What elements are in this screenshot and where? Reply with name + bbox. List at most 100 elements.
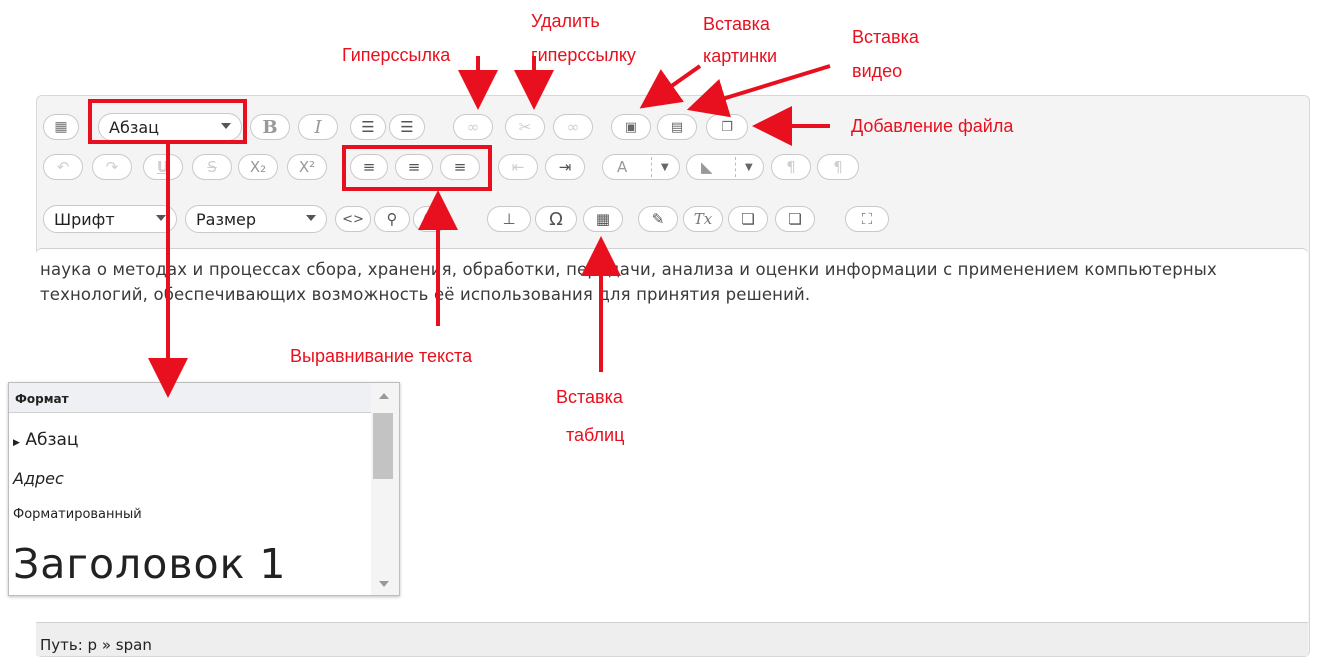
video-icon: ▤ <box>670 119 684 135</box>
scroll-down-icon <box>379 581 389 587</box>
bold-button[interactable]: B <box>250 114 290 140</box>
anchor-button[interactable]: ∞ <box>553 114 593 140</box>
size-dropdown[interactable]: Размер <box>185 205 327 233</box>
paste-text-icon: ❏ <box>741 210 755 228</box>
subscript-button[interactable]: X₂ <box>238 154 278 180</box>
insert-image-button[interactable]: ▣ <box>611 114 651 140</box>
file-icon: ❐ <box>721 119 733 135</box>
annotation-text-align: Выравнивание текста <box>290 346 473 366</box>
replace-button[interactable]: A↘ <box>413 206 449 232</box>
menu-item-heading-1[interactable]: Заголовок 1 <box>13 540 286 588</box>
table-icon: ▦ <box>595 210 611 228</box>
divider <box>735 157 737 177</box>
find-icon: ⚲ <box>386 210 398 228</box>
bullet-list-icon: ☰ <box>361 118 375 136</box>
insert-table-button[interactable]: ▦ <box>583 206 623 232</box>
clear-format-button[interactable]: Tx <box>683 206 723 232</box>
menu-item-paragraph[interactable]: ▶ Абзац <box>13 430 78 450</box>
paste-text-button[interactable]: ❏ <box>728 206 768 232</box>
clean-icon: ✎ <box>651 210 665 228</box>
italic-icon: I <box>314 116 322 138</box>
keyboard-icon: ▦ <box>54 119 68 135</box>
link-icon: ∞ <box>466 118 480 136</box>
annotation-insert-image-line2: картинки <box>703 46 778 66</box>
paste-word-button[interactable]: ❏ <box>775 206 815 232</box>
indent-button[interactable]: ⇥ <box>545 154 585 180</box>
paragraph-highlight-box <box>88 99 247 144</box>
format-menu-header: Формат <box>9 383 371 413</box>
divider <box>651 157 653 177</box>
bold-icon: B <box>262 116 278 138</box>
insert-time-button[interactable]: ⊥ <box>487 206 531 232</box>
special-char-icon: Ω <box>549 208 563 230</box>
rtl-icon: ¶ <box>833 158 843 176</box>
arrow-insert-image <box>639 64 702 109</box>
undo-icon: ↶ <box>56 158 70 176</box>
add-file-button[interactable]: ❐ <box>706 114 748 140</box>
selected-marker-icon: ▶ <box>13 438 20 448</box>
redo-button[interactable]: ↷ <box>92 154 132 180</box>
image-icon: ▣ <box>624 119 638 135</box>
background-color-icon: ◣ <box>701 158 713 176</box>
popup-scrollbar[interactable] <box>371 383 399 595</box>
redo-icon: ↷ <box>105 158 119 176</box>
unlink-icon: ✂ <box>518 118 532 136</box>
chevron-down-icon <box>156 215 166 221</box>
fullscreen-button[interactable]: ⛶ <box>845 206 889 232</box>
annotation-insert-table-line2: таблиц <box>566 425 625 445</box>
annotation-insert-image-line1: Вставка <box>703 14 770 34</box>
html-source-button[interactable]: <> <box>335 206 371 232</box>
status-bar <box>36 622 1308 656</box>
text-color-button[interactable]: A ▼ <box>602 154 680 180</box>
outdent-button[interactable]: ⇤ <box>498 154 538 180</box>
text-color-icon: A <box>617 158 628 176</box>
toggle-toolbar-button[interactable]: ▦ <box>43 114 79 140</box>
menu-item-preformatted[interactable]: Форматированный <box>13 507 142 522</box>
superscript-icon: X² <box>298 158 316 176</box>
numbered-list-button[interactable]: ☰ <box>389 114 425 140</box>
ltr-icon: ¶ <box>786 158 796 176</box>
chevron-down-icon <box>306 215 316 221</box>
link-button[interactable]: ∞ <box>453 114 493 140</box>
undo-button[interactable]: ↶ <box>43 154 83 180</box>
insert-video-button[interactable]: ▤ <box>657 114 697 140</box>
bullet-list-button[interactable]: ☰ <box>350 114 386 140</box>
element-path: Путь: p » span <box>40 636 152 654</box>
strikethrough-button[interactable]: S <box>192 154 232 180</box>
annotation-insert-video-line2: видео <box>852 61 903 81</box>
rtl-button[interactable]: ¶ <box>817 154 859 180</box>
anchor-icon: ∞ <box>566 118 580 136</box>
font-dropdown[interactable]: Шрифт <box>43 205 177 233</box>
annotation-insert-video-line1: Вставка <box>852 27 919 47</box>
underline-button[interactable]: U <box>143 154 183 180</box>
find-button[interactable]: ⚲ <box>374 206 410 232</box>
chevron-down-icon: ▼ <box>661 161 669 173</box>
format-dropdown-menu: Формат ▶ Абзац Адрес Форматированный Заг… <box>8 382 400 596</box>
scroll-up-icon <box>379 393 389 399</box>
background-color-button[interactable]: ◣ ▼ <box>686 154 764 180</box>
chevron-down-icon: ▼ <box>745 161 753 173</box>
underline-icon: U <box>156 158 170 176</box>
special-char-button[interactable]: Ω <box>535 206 577 232</box>
annotation-add-file: Добавление файла <box>851 116 1014 136</box>
italic-button[interactable]: I <box>298 114 338 140</box>
annotation-hyperlink: Гиперссылка <box>342 45 451 65</box>
unlink-button[interactable]: ✂ <box>505 114 545 140</box>
annotation-remove-hyperlink-line1: Удалить <box>531 11 600 31</box>
editor-text: наука о методах и процессах сбора, хране… <box>40 260 1217 304</box>
clean-button[interactable]: ✎ <box>638 206 678 232</box>
scrollbar-thumb[interactable] <box>373 413 393 479</box>
subscript-icon: X₂ <box>249 158 267 176</box>
outdent-icon: ⇤ <box>511 158 525 176</box>
fullscreen-icon: ⛶ <box>861 210 873 228</box>
clear-format-icon: Tx <box>693 210 713 228</box>
strikethrough-icon: S <box>207 158 217 176</box>
replace-icon: A↘ <box>421 212 441 226</box>
annotation-insert-table-line1: Вставка <box>556 387 623 407</box>
ltr-button[interactable]: ¶ <box>771 154 811 180</box>
alignment-highlight-box <box>342 145 492 191</box>
font-dropdown-label: Шрифт <box>54 209 115 229</box>
menu-item-address[interactable]: Адрес <box>13 469 64 488</box>
superscript-button[interactable]: X² <box>287 154 327 180</box>
annotation-remove-hyperlink-line2: гиперссылку <box>531 45 636 65</box>
